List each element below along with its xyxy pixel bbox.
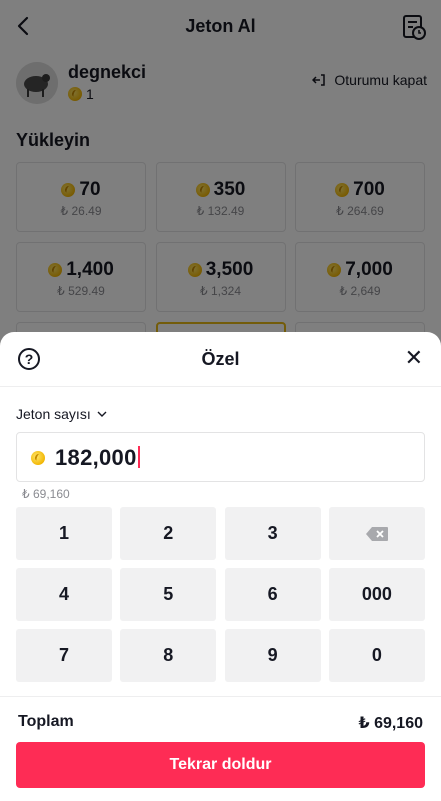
text-caret — [137, 446, 140, 468]
sheet-title: Özel — [201, 349, 240, 369]
total-label: Toplam — [18, 713, 74, 730]
close-icon[interactable]: ✕ — [405, 346, 423, 370]
dropdown-label: Jeton sayısı — [16, 406, 91, 422]
total-value: ₺ 69,160 — [358, 715, 423, 732]
chevron-down-icon — [97, 411, 107, 417]
coin-amount-input[interactable]: 182,000 — [16, 432, 425, 482]
key-4[interactable]: 4 — [16, 568, 112, 621]
converted-price: ₺ 69,160 — [22, 487, 70, 501]
sheet-header: ? Özel ✕ — [0, 332, 441, 387]
key-0[interactable]: 0 — [328, 629, 425, 682]
coin-count-dropdown[interactable]: Jeton sayısı — [16, 406, 107, 422]
key-5[interactable]: 5 — [120, 568, 217, 621]
key-backspace[interactable] — [328, 507, 425, 560]
key-6[interactable]: 6 — [224, 568, 321, 621]
coin-icon — [31, 451, 45, 465]
recharge-button[interactable]: Tekrar doldur — [16, 742, 425, 788]
key-9[interactable]: 9 — [224, 629, 321, 682]
key-000[interactable]: 000 — [328, 568, 425, 621]
key-8[interactable]: 8 — [120, 629, 217, 682]
checkout-footer: Toplam ₺ 69,160 Tekrar doldur — [0, 696, 441, 801]
numeric-keypad: 1 2 3 4 5 6 000 7 8 9 0 — [16, 507, 425, 682]
key-2[interactable]: 2 — [120, 507, 217, 560]
coin-amount-value: 182,000 — [55, 445, 137, 470]
key-3[interactable]: 3 — [224, 507, 321, 560]
backspace-icon — [365, 526, 388, 541]
custom-amount-sheet: ? Özel ✕ Jeton sayısı 182,000 ₺ 69,160 1… — [0, 332, 441, 800]
key-1[interactable]: 1 — [16, 507, 112, 560]
key-7[interactable]: 7 — [16, 629, 112, 682]
